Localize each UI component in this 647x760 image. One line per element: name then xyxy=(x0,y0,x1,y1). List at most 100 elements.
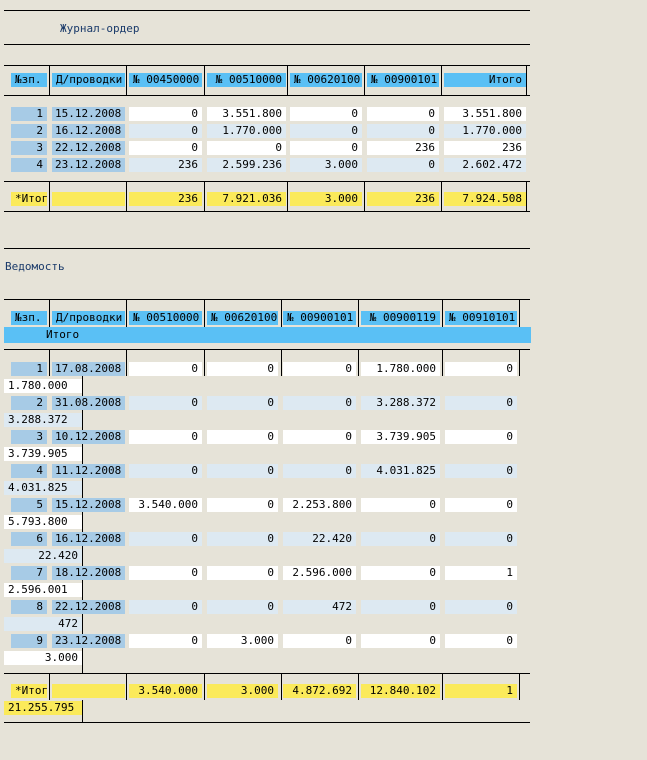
row-total-cell[interactable]: 2.596.001 xyxy=(4,583,82,597)
amount-cell[interactable]: 0 xyxy=(367,158,439,172)
posting-date-cell[interactable]: 11.12.2008 xyxy=(52,464,125,478)
col-header-posting-date[interactable]: Д/проводки xyxy=(52,311,125,325)
entry-number-cell[interactable]: 8 xyxy=(11,600,47,614)
posting-date-cell[interactable]: 15.12.2008 xyxy=(52,107,125,121)
amount-cell[interactable]: 0 xyxy=(283,362,356,376)
amount-cell[interactable]: 0 xyxy=(129,634,202,648)
amount-cell[interactable]: 0 xyxy=(445,396,517,410)
entry-number-cell[interactable]: 4 xyxy=(11,464,47,478)
row-total-cell[interactable]: 472 xyxy=(4,617,82,631)
amount-cell[interactable]: 0 xyxy=(445,532,517,546)
col-header-posting-date[interactable]: Д/проводки xyxy=(52,73,125,87)
amount-cell[interactable]: 22.420 xyxy=(283,532,356,546)
amount-cell[interactable]: 0 xyxy=(207,396,278,410)
amount-cell[interactable]: 3.288.372 xyxy=(361,396,440,410)
col-header-acct-00910101[interactable]: № 00910101 xyxy=(445,311,517,325)
posting-date-cell[interactable]: 31.08.2008 xyxy=(52,396,125,410)
amount-cell[interactable]: 0 xyxy=(207,498,278,512)
amount-cell[interactable]: 0 xyxy=(207,141,286,155)
entry-number-cell[interactable]: 5 xyxy=(11,498,47,512)
entry-number-cell[interactable]: 6 xyxy=(11,532,47,546)
amount-cell[interactable]: 0 xyxy=(129,532,202,546)
amount-cell[interactable]: 472 xyxy=(283,600,356,614)
amount-cell[interactable]: 0 xyxy=(129,107,202,121)
amount-cell[interactable]: 0 xyxy=(129,600,202,614)
amount-cell[interactable]: 236 xyxy=(129,158,202,172)
amount-cell[interactable]: 1.780.000 xyxy=(361,362,440,376)
entry-number-cell[interactable]: 9 xyxy=(11,634,47,648)
entry-number-cell[interactable]: 7 xyxy=(11,566,47,580)
amount-cell[interactable]: 0 xyxy=(361,600,440,614)
posting-date-cell[interactable]: 17.08.2008 xyxy=(52,362,125,376)
row-total-cell[interactable]: 3.000 xyxy=(4,651,82,665)
amount-cell[interactable]: 0 xyxy=(445,600,517,614)
posting-date-cell[interactable]: 10.12.2008 xyxy=(52,430,125,444)
col-header-acct-00450000[interactable]: № 00450000 xyxy=(129,73,202,87)
amount-cell[interactable]: 0 xyxy=(129,430,202,444)
amount-cell[interactable]: 1.770.000 xyxy=(207,124,286,138)
posting-date-cell[interactable]: 15.12.2008 xyxy=(52,498,125,512)
col-header-total[interactable]: Итого xyxy=(444,73,526,87)
row-total-cell[interactable]: 3.739.905 xyxy=(4,447,82,461)
amount-cell[interactable]: 0 xyxy=(129,396,202,410)
col-header-acct-00900101[interactable]: № 00900101 xyxy=(367,73,439,87)
row-total-cell[interactable]: 5.793.800 xyxy=(4,515,82,529)
amount-cell[interactable]: 0 xyxy=(367,124,439,138)
entry-number-cell[interactable]: 4 xyxy=(11,158,47,172)
amount-cell[interactable]: 0 xyxy=(445,634,517,648)
amount-cell[interactable]: 2.596.000 xyxy=(283,566,356,580)
amount-cell[interactable]: 0 xyxy=(361,566,440,580)
row-total-cell[interactable]: 3.288.372 xyxy=(4,413,82,427)
amount-cell[interactable]: 0 xyxy=(361,634,440,648)
posting-date-cell[interactable]: 22.12.2008 xyxy=(52,141,125,155)
amount-cell[interactable]: 0 xyxy=(290,124,362,138)
amount-cell[interactable]: 0 xyxy=(129,464,202,478)
amount-cell[interactable]: 0 xyxy=(207,566,278,580)
col-header-acct-00900119[interactable]: № 00900119 xyxy=(361,311,440,325)
amount-cell[interactable]: 2.602.472 xyxy=(444,158,526,172)
posting-date-cell[interactable]: 23.12.2008 xyxy=(52,634,125,648)
col-header-acct-00620100[interactable]: № 00620100 xyxy=(207,311,278,325)
amount-cell[interactable]: 0 xyxy=(361,498,440,512)
amount-cell[interactable]: 1 xyxy=(445,566,517,580)
entry-number-cell[interactable]: 3 xyxy=(11,141,47,155)
entry-number-cell[interactable]: 1 xyxy=(11,362,47,376)
amount-cell[interactable]: 0 xyxy=(207,362,278,376)
amount-cell[interactable]: 0 xyxy=(290,107,362,121)
amount-cell[interactable]: 0 xyxy=(445,362,517,376)
amount-cell[interactable]: 0 xyxy=(361,532,440,546)
posting-date-cell[interactable]: 16.12.2008 xyxy=(52,124,125,138)
amount-cell[interactable]: 0 xyxy=(207,430,278,444)
row-total-cell[interactable]: 22.420 xyxy=(4,549,82,563)
posting-date-cell[interactable]: 22.12.2008 xyxy=(52,600,125,614)
amount-cell[interactable]: 3.540.000 xyxy=(129,498,202,512)
amount-cell[interactable]: 0 xyxy=(129,124,202,138)
amount-cell[interactable]: 3.000 xyxy=(290,158,362,172)
amount-cell[interactable]: 3.551.800 xyxy=(444,107,526,121)
amount-cell[interactable]: 3.739.905 xyxy=(361,430,440,444)
amount-cell[interactable]: 0 xyxy=(129,362,202,376)
amount-cell[interactable]: 2.253.800 xyxy=(283,498,356,512)
amount-cell[interactable]: 0 xyxy=(129,566,202,580)
col-header-total[interactable]: Итого xyxy=(4,327,531,343)
entry-number-cell[interactable]: 1 xyxy=(11,107,47,121)
col-header-entry-no[interactable]: №зп. xyxy=(11,311,47,325)
amount-cell[interactable]: 0 xyxy=(445,430,517,444)
entry-number-cell[interactable]: 3 xyxy=(11,430,47,444)
posting-date-cell[interactable]: 18.12.2008 xyxy=(52,566,125,580)
col-header-entry-no[interactable]: №зп. xyxy=(11,73,47,87)
amount-cell[interactable]: 1.770.000 xyxy=(444,124,526,138)
row-total-cell[interactable]: 1.780.000 xyxy=(4,379,82,393)
col-header-acct-00620100[interactable]: № 00620100 xyxy=(290,73,362,87)
amount-cell[interactable]: 0 xyxy=(283,464,356,478)
entry-number-cell[interactable]: 2 xyxy=(11,124,47,138)
amount-cell[interactable]: 0 xyxy=(367,107,439,121)
amount-cell[interactable]: 0 xyxy=(207,600,278,614)
posting-date-cell[interactable]: 16.12.2008 xyxy=(52,532,125,546)
amount-cell[interactable]: 0 xyxy=(290,141,362,155)
amount-cell[interactable]: 236 xyxy=(444,141,526,155)
amount-cell[interactable]: 0 xyxy=(283,396,356,410)
posting-date-cell[interactable]: 23.12.2008 xyxy=(52,158,125,172)
amount-cell[interactable]: 236 xyxy=(367,141,439,155)
amount-cell[interactable]: 0 xyxy=(283,430,356,444)
